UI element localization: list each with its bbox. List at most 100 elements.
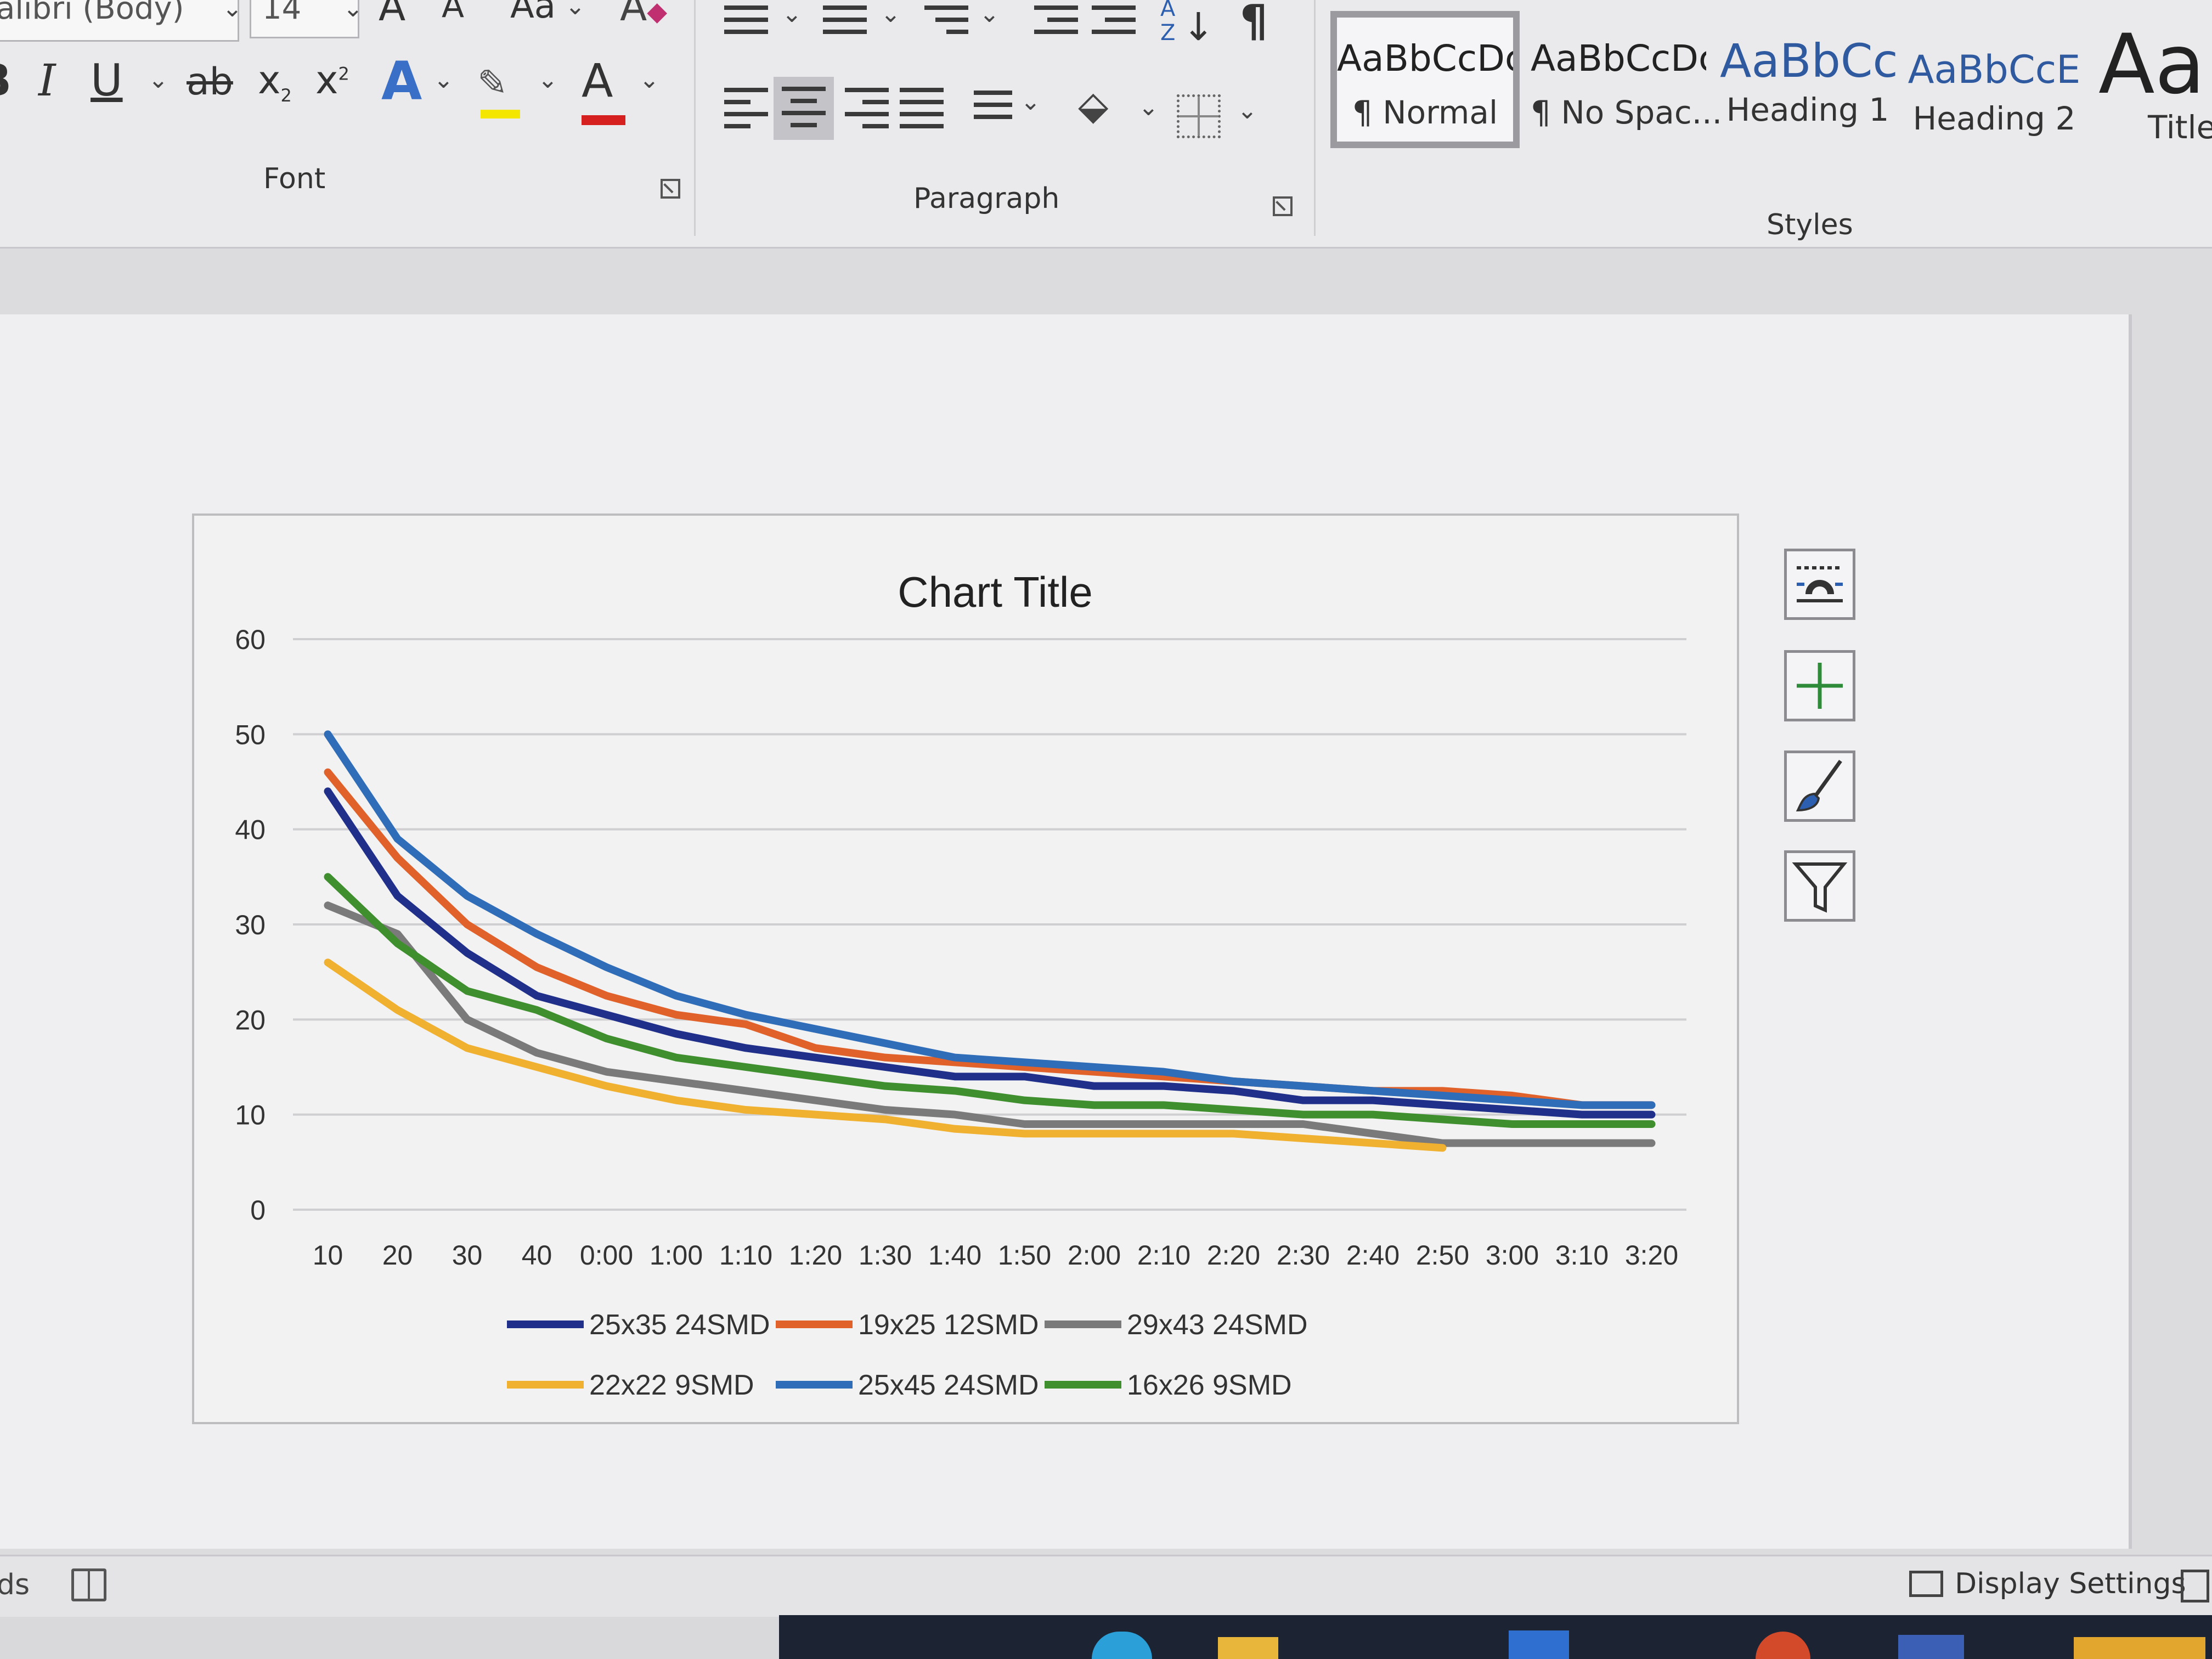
y-tick-label: 20 [235, 1005, 266, 1035]
x-tick-label: 2:20 [1207, 1240, 1260, 1271]
align-left-icon[interactable] [724, 88, 768, 136]
align-center-button[interactable] [774, 77, 834, 140]
justify-icon[interactable] [900, 88, 944, 136]
y-tick-label: 40 [235, 815, 266, 845]
numbering-icon[interactable] [823, 5, 867, 42]
shrink-font-button[interactable]: A [442, 0, 464, 25]
borders-chevron-icon[interactable]: ⌄ [1237, 97, 1257, 125]
style-no-spacing[interactable]: AaBbCcDc ¶ No Spac... [1531, 11, 1722, 148]
font-name-box[interactable]: alibri (Body) [0, 0, 239, 42]
style-normal-preview: AaBbCcDc [1337, 37, 1513, 80]
increase-indent-icon[interactable] [1092, 5, 1136, 42]
style-normal[interactable]: AaBbCcDc ¶ Normal [1330, 11, 1520, 148]
grow-font-button[interactable]: A [379, 0, 405, 30]
align-right-icon[interactable] [845, 88, 889, 136]
chart-styles-button[interactable] [1784, 751, 1855, 822]
subscript-button[interactable]: x2 [258, 58, 292, 106]
italic-button[interactable]: I [38, 55, 56, 106]
styles-group-label: Styles [1767, 208, 1853, 241]
legend-label: 29x43 24SMD [1127, 1309, 1308, 1341]
status-bar: ds Display Settings [0, 1555, 2212, 1617]
x-tick-label: 1:30 [859, 1240, 912, 1271]
bullets-chevron-icon[interactable]: ⌄ [782, 0, 802, 28]
paragraph-dialog-launcher-icon[interactable] [1273, 196, 1293, 216]
y-tick-label: 0 [250, 1195, 266, 1226]
shading-icon[interactable]: ⬙ [1078, 82, 1108, 128]
bullets-icon[interactable] [724, 5, 768, 42]
layout-options-button[interactable] [1784, 549, 1855, 620]
taskbar-app-icon[interactable] [1756, 1632, 1810, 1659]
display-settings-button[interactable]: Display Settings [1909, 1567, 2186, 1606]
legend-item[interactable]: 16x26 9SMD [1045, 1369, 1292, 1401]
text-effects-button[interactable]: A [381, 50, 422, 112]
taskbar-app-icon[interactable] [1509, 1630, 1569, 1659]
x-tick-label: 1:20 [789, 1240, 842, 1271]
numbering-chevron-icon[interactable]: ⌄ [881, 0, 901, 28]
clear-formatting-icon[interactable]: A◆ [620, 0, 667, 30]
highlight-color-button[interactable]: ✎ [477, 55, 520, 119]
chart-container[interactable]: Chart Title 0 10 20 30 40 50 60 10 20 30 40 0:00 1:… [192, 514, 1739, 1424]
legend-item[interactable]: 25x45 24SMD [776, 1369, 1039, 1401]
layout-options-icon [1797, 566, 1843, 602]
legend-item[interactable]: 25x35 24SMD [507, 1309, 770, 1341]
font-group-label: Font [263, 162, 326, 195]
ribbon: alibri (Body) ⌄ 14 ⌄ A A Aa ⌄ A◆ B I U ⌄… [0, 0, 2212, 249]
font-name-value: alibri (Body) [0, 0, 184, 26]
line-spacing-icon[interactable] [974, 91, 1012, 127]
legend-item[interactable]: 22x22 9SMD [507, 1369, 754, 1401]
chart-elements-button[interactable] [1784, 650, 1855, 721]
page-view-icon[interactable] [2181, 1570, 2209, 1602]
change-case-chevron-icon[interactable]: ⌄ [565, 0, 585, 20]
font-size-value: 14 [262, 0, 302, 26]
style-title-name: Title [2148, 109, 2212, 146]
style-title-preview: Aal [2098, 26, 2212, 103]
multilevel-chevron-icon[interactable]: ⌄ [979, 0, 1000, 28]
line-spacing-chevron-icon[interactable]: ⌄ [1020, 88, 1041, 116]
chart-title[interactable]: Chart Title [898, 568, 1092, 616]
highlight-chevron-icon[interactable]: ⌄ [538, 66, 558, 94]
style-heading-2-preview: AaBbCcE [1908, 47, 2081, 92]
subscript-label: x [258, 58, 281, 103]
chart-filters-button[interactable] [1784, 850, 1855, 922]
decrease-indent-icon[interactable] [1034, 5, 1078, 42]
read-mode-icon[interactable] [71, 1568, 106, 1601]
font-color-button[interactable]: A [582, 54, 625, 125]
bold-button[interactable]: B [0, 55, 12, 106]
status-left-text: ds [0, 1568, 30, 1601]
style-no-spacing-preview: AaBbCcDc [1531, 37, 1706, 80]
underline-button[interactable]: U [91, 55, 123, 106]
taskbar-app-icon[interactable] [1092, 1632, 1152, 1659]
show-formatting-button[interactable]: ¶ [1240, 0, 1268, 47]
multilevel-list-icon[interactable] [924, 5, 968, 42]
taskbar-app-icon[interactable] [1898, 1635, 1964, 1659]
style-title[interactable]: Aal Title [2093, 11, 2212, 148]
style-heading-2[interactable]: AaBbCcE Heading 2 [1906, 11, 2082, 148]
font-size-chevron-icon[interactable]: ⌄ [343, 0, 363, 22]
shading-chevron-icon[interactable]: ⌄ [1138, 93, 1159, 121]
x-tick-label: 2:00 [1068, 1240, 1121, 1271]
change-case-button[interactable]: Aa [510, 0, 556, 26]
font-color-chevron-icon[interactable]: ⌄ [639, 66, 659, 94]
x-tick-label: 2:40 [1346, 1240, 1400, 1271]
superscript-button[interactable]: x2 [315, 58, 349, 103]
strikethrough-button[interactable]: ab [187, 60, 233, 104]
legend-item[interactable]: 19x25 12SMD [776, 1309, 1039, 1341]
align-center-icon [782, 87, 826, 135]
font-color-label: A [582, 54, 613, 108]
chart-legend: 25x35 24SMD 19x25 12SMD 29x43 24SMD 22x22 9… [507, 1309, 1308, 1401]
style-normal-name: ¶ Normal [1352, 94, 1498, 131]
taskbar-tray[interactable] [2074, 1637, 2205, 1659]
font-dialog-launcher-icon[interactable] [661, 179, 680, 199]
sort-button[interactable]: A Z ↓ [1160, 0, 1215, 46]
series-line-5[interactable] [324, 873, 1656, 1128]
borders-icon[interactable] [1177, 94, 1221, 138]
series-line-1[interactable] [324, 768, 1656, 1109]
text-effects-chevron-icon[interactable]: ⌄ [433, 66, 454, 94]
y-tick-label: 60 [235, 624, 266, 655]
style-heading-1[interactable]: AaBbCc Heading 1 [1720, 11, 1895, 148]
font-name-chevron-icon[interactable]: ⌄ [222, 0, 242, 22]
series-lines [324, 730, 1656, 1152]
legend-item[interactable]: 29x43 24SMD [1045, 1309, 1308, 1341]
taskbar-app-icon[interactable] [1218, 1637, 1278, 1659]
underline-chevron-icon[interactable]: ⌄ [148, 66, 168, 94]
